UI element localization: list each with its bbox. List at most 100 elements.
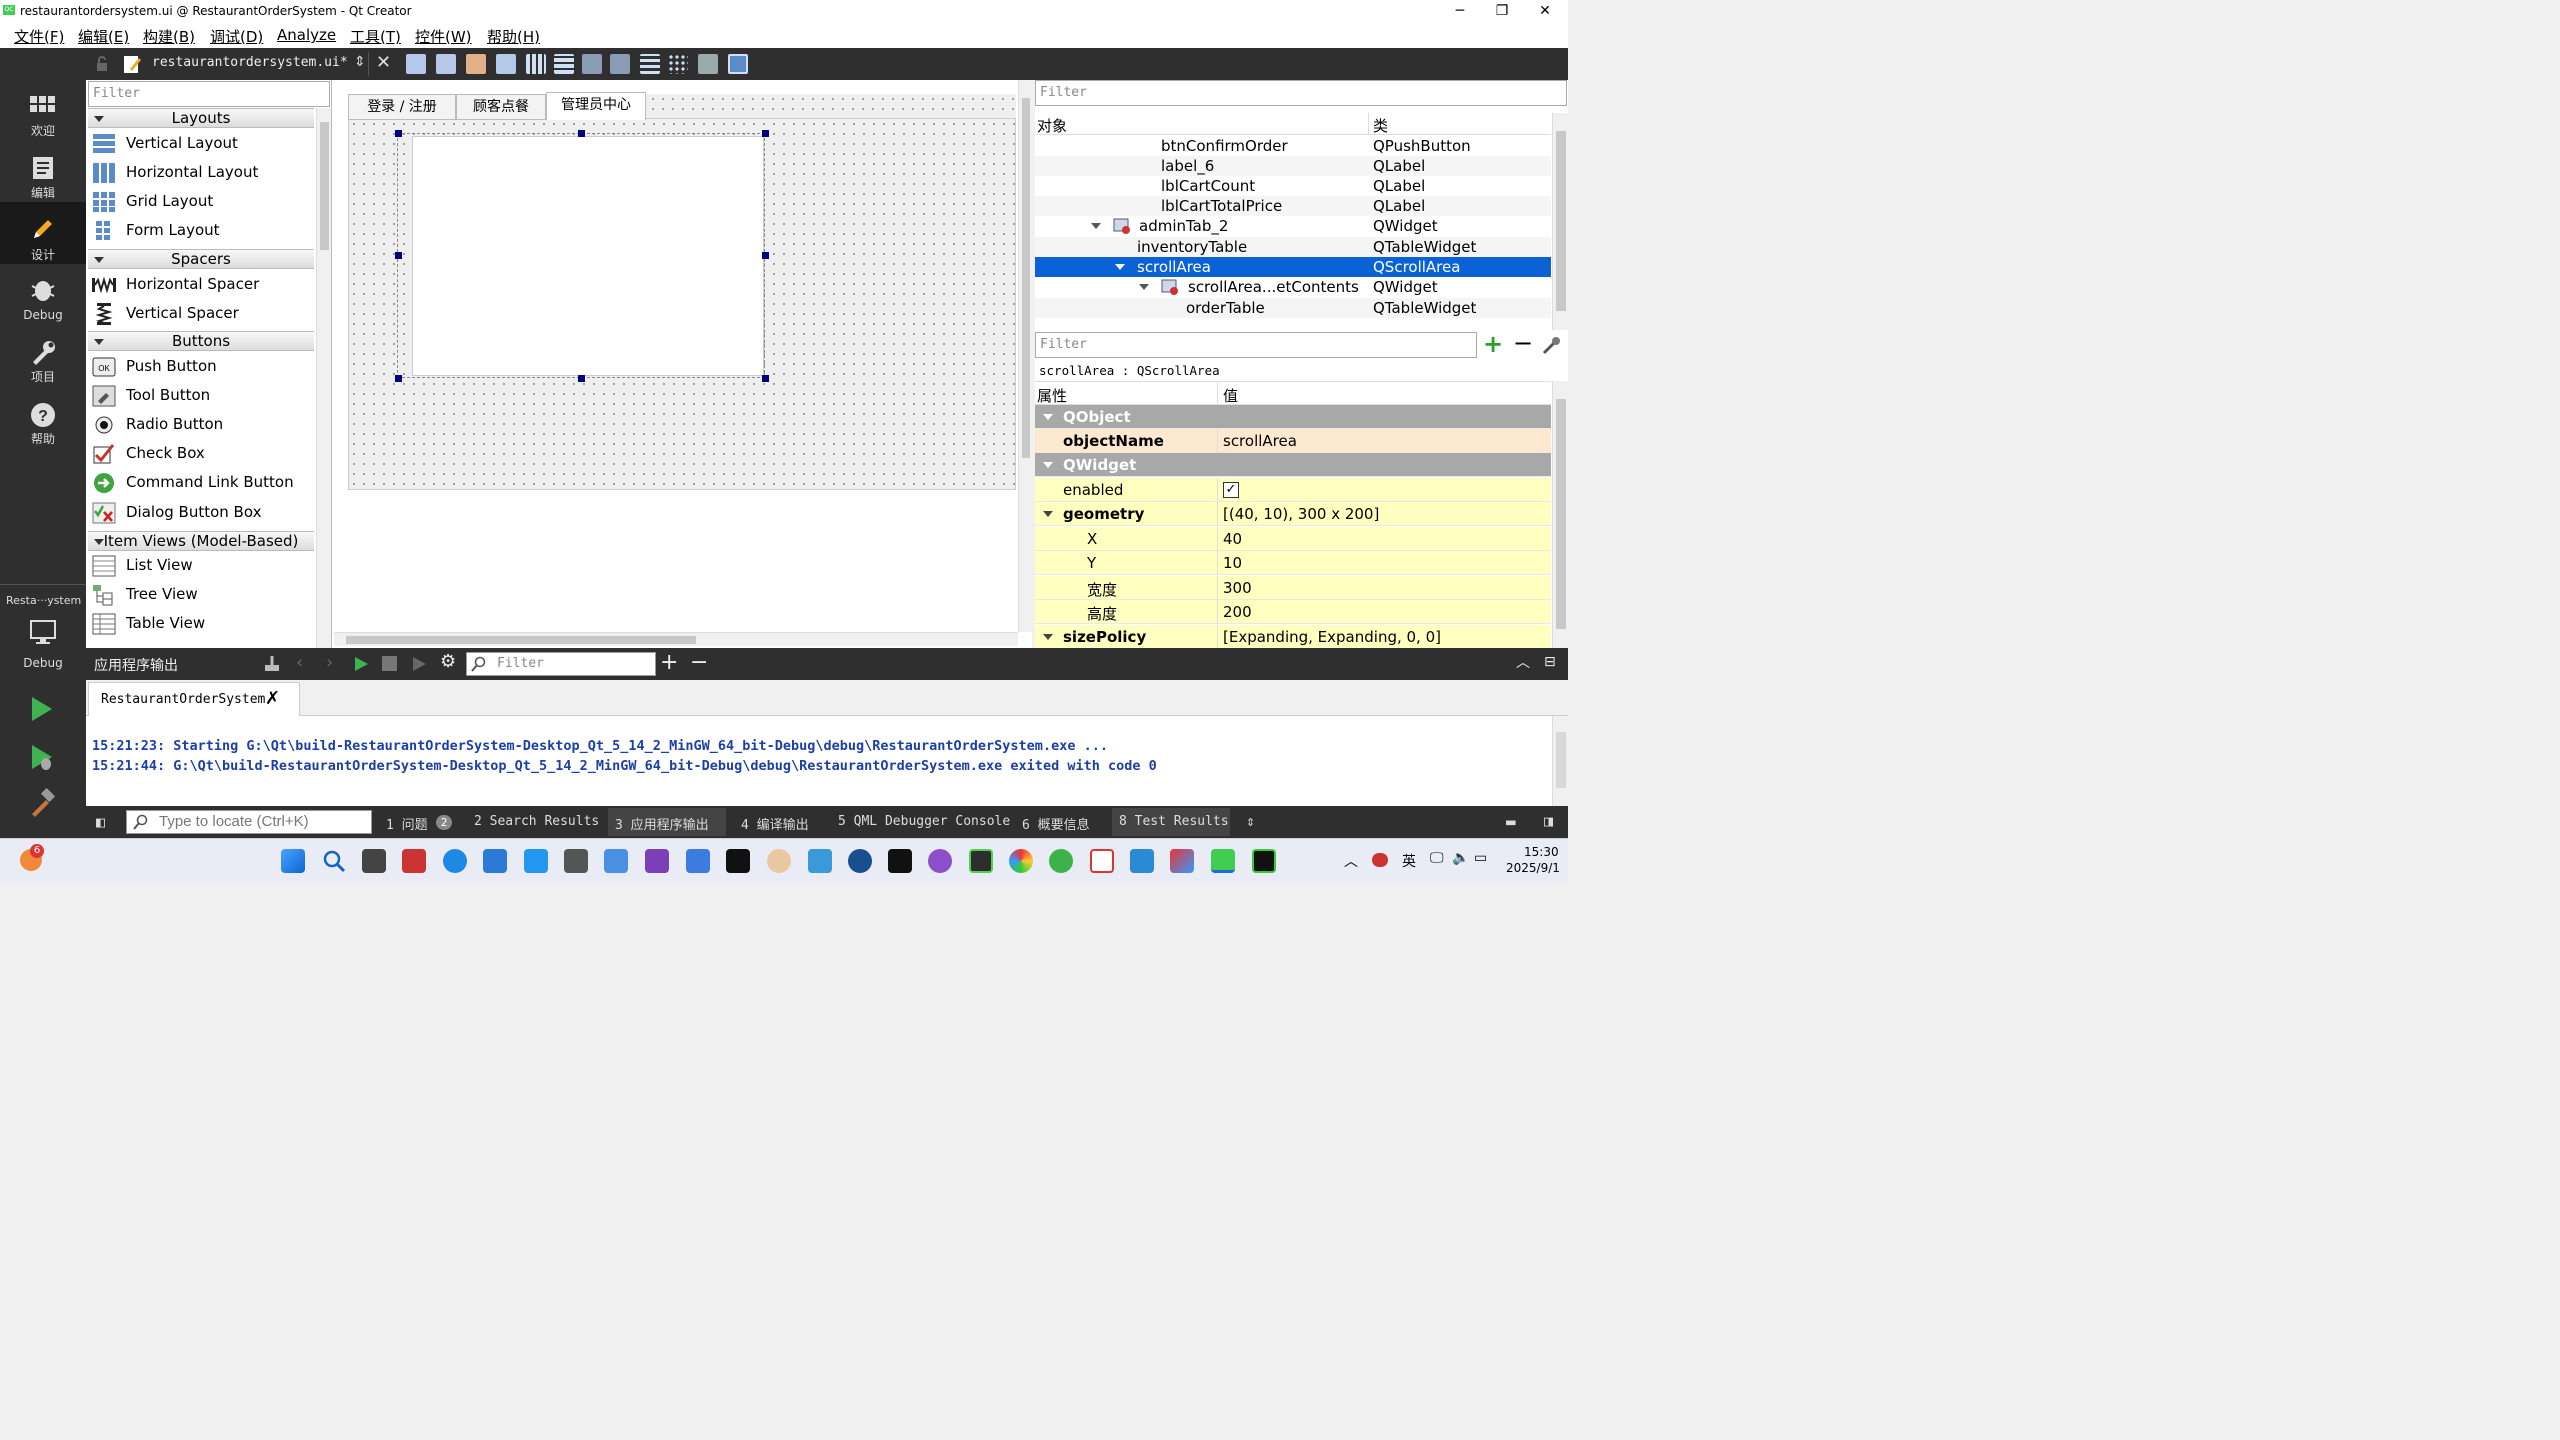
value-col-header[interactable]: 值: [1223, 385, 1238, 406]
output-tab[interactable]: RestaurantOrderSystem ✗: [88, 682, 300, 716]
menu-build[interactable]: 构建(B): [143, 26, 195, 47]
add-property-icon[interactable]: +: [1479, 332, 1507, 358]
search-icon[interactable]: [322, 849, 346, 873]
expand-arrow-icon[interactable]: [1043, 462, 1053, 468]
remove-property-icon[interactable]: −: [1509, 331, 1537, 358]
property-value[interactable]: [(40, 10), 300 x 200]: [1223, 505, 1379, 523]
object-row-selected[interactable]: scrollArea QScrollArea: [1035, 257, 1551, 277]
layout-grid-icon[interactable]: [668, 54, 688, 74]
app-icon[interactable]: [1009, 849, 1033, 873]
property-row[interactable]: sizePolicy [Expanding, Expanding, 0, 0]: [1035, 625, 1551, 649]
resize-handle[interactable]: [578, 375, 585, 382]
app-icon[interactable]: [1130, 849, 1154, 873]
mode-edit[interactable]: 编辑: [0, 150, 86, 210]
add-icon[interactable]: +: [660, 650, 678, 675]
minimize-button[interactable]: ─: [1437, 0, 1483, 22]
debug-run-icon[interactable]: [28, 742, 56, 772]
open-file-name[interactable]: restaurantordersystem.ui*: [152, 55, 348, 70]
scrollbar-thumb[interactable]: [320, 122, 329, 250]
object-row[interactable]: lblCartCount QLabel: [1035, 176, 1551, 196]
stop-icon[interactable]: [382, 656, 397, 671]
toggle-right-sidebar-icon[interactable]: ◨: [1544, 812, 1553, 830]
object-row[interactable]: inventoryTable QTableWidget: [1035, 237, 1551, 257]
property-row[interactable]: 宽度 300: [1035, 576, 1551, 600]
form-tab-admin[interactable]: 管理员中心: [546, 92, 646, 120]
volume-icon[interactable]: 🔈: [1452, 850, 1469, 866]
close-document-icon[interactable]: ✕: [376, 52, 391, 73]
app-icon[interactable]: [524, 849, 548, 873]
widget-tree-view[interactable]: Tree View: [92, 581, 314, 609]
input-method[interactable]: 英: [1402, 851, 1416, 871]
tray-expand-icon[interactable]: ︿: [1344, 851, 1358, 871]
property-row[interactable]: geometry [(40, 10), 300 x 200]: [1035, 502, 1551, 526]
property-row[interactable]: 高度 200: [1035, 600, 1551, 624]
maximize-pane-icon[interactable]: ︿: [1516, 652, 1530, 672]
app-icon[interactable]: [686, 849, 710, 873]
mode-help[interactable]: ? 帮助: [0, 396, 86, 456]
status-tab-output[interactable]: 3 应用程序输出: [615, 814, 709, 833]
locator-box[interactable]: Type to locate (Ctrl+K): [126, 810, 372, 834]
app-icon[interactable]: [928, 849, 952, 873]
status-tab-compile[interactable]: 4 编译输出: [741, 814, 809, 833]
widget-check-box[interactable]: Check Box: [92, 440, 314, 468]
resize-handle[interactable]: [578, 130, 585, 137]
editor-hscrollbar[interactable]: [334, 632, 1018, 646]
category-spacers[interactable]: Spacers: [88, 249, 314, 269]
expand-arrow-icon[interactable]: [1139, 284, 1149, 290]
toggle-sidebar-icon[interactable]: ◧: [96, 813, 105, 831]
resize-handle[interactable]: [395, 375, 402, 382]
status-tab-tests[interactable]: 8 Test Results: [1119, 814, 1229, 829]
capcut-icon[interactable]: [888, 849, 912, 873]
edit-tab-order-icon[interactable]: [496, 54, 516, 74]
expand-arrow-icon[interactable]: [1115, 264, 1125, 270]
widget-radio-button[interactable]: Radio Button: [92, 411, 314, 439]
menu-edit[interactable]: 编辑(E): [78, 26, 129, 47]
property-row[interactable]: Y 10: [1035, 551, 1551, 575]
menu-help[interactable]: 帮助(H): [487, 26, 540, 47]
wechat-icon[interactable]: [1049, 849, 1073, 873]
resize-handle[interactable]: [395, 252, 402, 259]
break-layout-icon[interactable]: [698, 54, 718, 74]
edit-buddies-icon[interactable]: [466, 54, 486, 74]
app-icon[interactable]: [767, 849, 791, 873]
property-col-header[interactable]: 属性: [1037, 385, 1067, 406]
task-view-icon[interactable]: [362, 849, 386, 873]
widget-horizontal-spacer[interactable]: Horizontal Spacer: [92, 271, 314, 299]
widget-vertical-layout[interactable]: Vertical Layout: [92, 130, 314, 158]
rerun-icon[interactable]: [352, 655, 370, 673]
property-row[interactable]: enabled ✓: [1035, 478, 1551, 502]
widget-list-view[interactable]: List View: [92, 552, 314, 580]
widget-push-button[interactable]: OK Push Button: [92, 353, 314, 381]
clock-date[interactable]: 2025/9/1: [1506, 861, 1560, 875]
app-icon[interactable]: [1252, 849, 1276, 873]
object-row[interactable]: adminTab_2 QWidget: [1035, 216, 1551, 237]
widget-command-link-button[interactable]: Command Link Button: [92, 469, 314, 497]
object-row[interactable]: orderTable QTableWidget: [1035, 298, 1551, 318]
network-volume-icon[interactable]: 🖵: [1430, 850, 1444, 866]
form-tab-customer[interactable]: 顾客点餐: [456, 94, 546, 120]
mode-design[interactable]: 设计: [0, 202, 86, 264]
widget-tool-button[interactable]: Tool Button: [92, 382, 314, 410]
property-group-qwidget[interactable]: QWidget: [1035, 453, 1551, 477]
scrollbar-thumb[interactable]: [346, 636, 696, 644]
remove-icon[interactable]: −: [690, 650, 708, 675]
close-pane-icon[interactable]: ⊟: [1544, 654, 1556, 670]
category-buttons[interactable]: Buttons: [88, 331, 314, 351]
output-filter-box[interactable]: Filter: [466, 652, 656, 676]
configure-wrench-icon[interactable]: [1541, 334, 1563, 356]
widget-vertical-spacer[interactable]: Vertical Spacer: [92, 300, 314, 328]
property-row[interactable]: X 40: [1035, 527, 1551, 551]
maximize-button[interactable]: ❐: [1479, 0, 1525, 22]
app-icon[interactable]: [726, 849, 750, 873]
edit-widgets-icon[interactable]: [406, 54, 426, 74]
object-filter-input[interactable]: Filter: [1035, 80, 1567, 106]
run-icon[interactable]: [28, 694, 56, 724]
menu-analyze[interactable]: Analyze: [277, 26, 336, 44]
app-icon[interactable]: [604, 849, 628, 873]
property-row[interactable]: objectName scrollArea: [1035, 429, 1551, 453]
layout-vertical-icon[interactable]: [554, 54, 574, 74]
status-tab-search[interactable]: 2 Search Results: [474, 814, 599, 829]
edge-browser-icon[interactable]: [443, 849, 467, 873]
expand-arrow-icon[interactable]: [1091, 223, 1101, 229]
class-col-header[interactable]: 类: [1373, 115, 1388, 136]
